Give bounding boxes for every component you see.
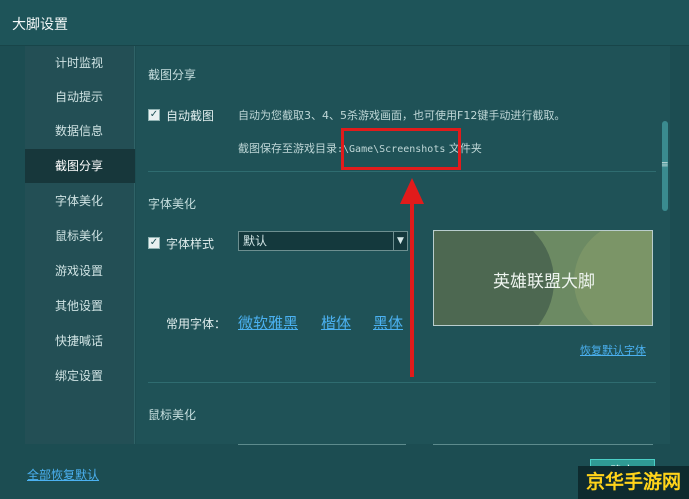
divider-line: [433, 444, 653, 445]
restore-all-defaults-link[interactable]: 全部恢复默认: [27, 466, 99, 483]
red-arrow-annotation: [400, 178, 424, 377]
watermark-logo: 京华手游网: [578, 466, 689, 499]
divider-line: [238, 444, 406, 445]
